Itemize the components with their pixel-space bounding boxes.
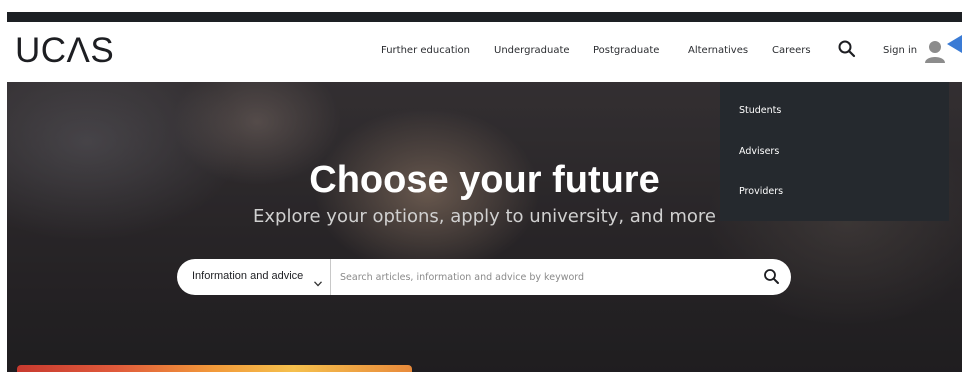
user-avatar-icon[interactable] <box>924 39 946 63</box>
top-strip <box>7 12 962 22</box>
nav-careers[interactable]: Careers <box>772 45 811 56</box>
site-header: UCΛS Further education Undergraduate Pos… <box>7 22 962 82</box>
nav-postgraduate[interactable]: Postgraduate <box>593 45 659 56</box>
pointer-caret-icon <box>947 35 962 53</box>
nav-further-education[interactable]: Further education <box>381 45 470 56</box>
sign-in-link[interactable]: Sign in <box>883 45 917 56</box>
menu-item-advisers[interactable]: Advisers <box>739 146 779 157</box>
nav-alternatives[interactable]: Alternatives <box>688 45 748 56</box>
search-input[interactable] <box>340 265 740 289</box>
search-category-select[interactable]: Information and advice <box>177 259 331 295</box>
featured-card-edge[interactable] <box>17 365 412 372</box>
page: UCΛS Further education Undergraduate Pos… <box>0 0 962 372</box>
search-category-label: Information and advice <box>192 270 304 282</box>
search-icon[interactable] <box>837 39 857 59</box>
menu-item-providers[interactable]: Providers <box>739 186 783 197</box>
nav-undergraduate[interactable]: Undergraduate <box>494 45 570 56</box>
ucas-logo[interactable]: UCΛS <box>15 31 114 71</box>
sign-in-dropdown-menu: Students Advisers Providers <box>720 82 949 221</box>
menu-item-students[interactable]: Students <box>739 105 781 116</box>
chevron-down-icon <box>314 274 322 287</box>
hero-search-bar: Information and advice <box>177 259 791 295</box>
search-submit-button[interactable] <box>757 264 787 290</box>
